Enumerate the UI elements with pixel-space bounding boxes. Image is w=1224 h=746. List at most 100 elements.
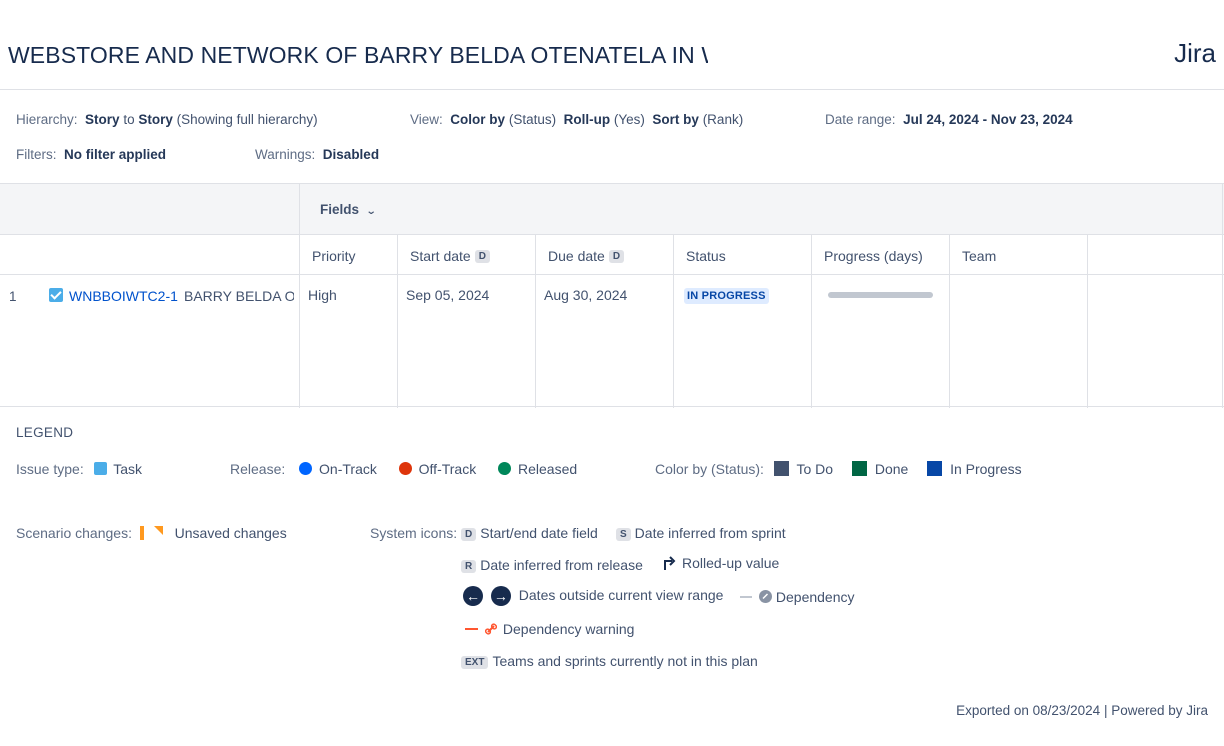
col-team[interactable]: Team — [962, 248, 996, 264]
hierarchy-to-word: to — [123, 112, 135, 127]
warnings-value: Disabled — [322, 147, 380, 162]
legend-dependency-warning: Dependency warning — [465, 621, 634, 637]
col-start-date-label: Start date — [410, 248, 471, 264]
released-label: Released — [518, 461, 578, 477]
date-range-info: Date range: Jul 24, 2024 - Nov 23, 2024 — [825, 112, 1073, 127]
legend-rolled-up: Rolled-up value — [662, 555, 779, 571]
start-end-label: Start/end date field — [480, 525, 598, 541]
scenario-label: Scenario changes: — [16, 525, 132, 541]
export-footer: Exported on 08/23/2024 | Powered by Jira — [956, 703, 1208, 718]
in-progress-swatch — [927, 461, 943, 476]
ext-label: Teams and sprints currently not in this … — [492, 653, 758, 669]
sprint-label: Date inferred from sprint — [634, 525, 786, 541]
status-badge: IN PROGRESS — [684, 288, 769, 304]
col-priority[interactable]: Priority — [312, 248, 356, 264]
fields-dropdown-button[interactable]: Fields ⌄ — [320, 202, 377, 217]
legend-scenario: Scenario changes: Unsaved changes — [16, 525, 287, 541]
dependency-line-icon — [740, 596, 752, 598]
task-label: Task — [113, 461, 143, 477]
filters-info: Filters: No filter applied — [16, 147, 166, 162]
hierarchy-to: Story — [138, 112, 173, 127]
col-due-date[interactable]: Due date D — [548, 248, 625, 264]
off-track-label: Off-Track — [418, 461, 477, 477]
unsaved-corner-icon — [153, 526, 163, 535]
plan-table: Fields ⌄ Priority Start date D Due date D S… — [0, 183, 1224, 408]
date-field-badge: D — [608, 250, 625, 263]
divider — [811, 235, 812, 408]
dependency-warning-label: Dependency warning — [502, 621, 635, 637]
todo-label: To Do — [796, 461, 834, 477]
color-by-value: (Status) — [508, 112, 557, 127]
legend-outside-range: ← → Dates outside current view range — [463, 586, 723, 606]
legend-start-end: D Start/end date field — [461, 525, 598, 541]
legend-sprint: S Date inferred from sprint — [616, 525, 786, 541]
hierarchy-info: Hierarchy: Story to Story (Showing full … — [16, 112, 318, 127]
legend-color-by: Color by (Status): To Do Done In Progres… — [655, 461, 1022, 477]
rollup-value: (Yes) — [613, 112, 645, 127]
hierarchy-label: Hierarchy: — [16, 112, 78, 127]
fields-header: Fields ⌄ — [0, 184, 1224, 235]
dependency-label: Dependency — [775, 589, 855, 605]
divider — [1222, 184, 1223, 408]
divider — [673, 235, 674, 408]
sprint-badge: S — [616, 528, 631, 541]
done-swatch — [851, 461, 867, 476]
unsaved-label: Unsaved changes — [174, 525, 287, 541]
issue-key-link[interactable]: WNBBOIWTC2-1 — [69, 288, 178, 304]
rolled-up-label: Rolled-up value — [682, 555, 780, 571]
release-inferred-label: Date inferred from release — [480, 557, 643, 573]
off-track-icon — [398, 462, 412, 475]
rollup-label: Roll-up — [563, 112, 611, 127]
task-type-icon — [49, 288, 63, 302]
task-icon — [93, 462, 107, 475]
start-end-badge: D — [461, 528, 477, 541]
date-range-label: Date range: — [825, 112, 896, 127]
fields-label: Fields — [320, 202, 360, 217]
divider — [397, 235, 398, 408]
date-field-badge: D — [474, 250, 490, 263]
color-by-label: Color by — [450, 112, 506, 127]
col-status[interactable]: Status — [686, 248, 726, 264]
legend-title: LEGEND — [16, 425, 74, 440]
legend-issue-type: Issue type: Task — [16, 461, 142, 477]
dependency-warning-link-icon — [484, 623, 497, 635]
view-label: View: — [410, 112, 443, 127]
divider — [535, 235, 536, 408]
col-start-date[interactable]: Start date D — [410, 248, 490, 264]
done-label: Done — [874, 461, 909, 477]
unsaved-bar-icon — [139, 526, 144, 540]
progress-bar — [828, 292, 933, 298]
arrow-left-icon: ← — [463, 586, 483, 606]
warnings-label: Warnings: — [255, 147, 316, 162]
col-progress[interactable]: Progress (days) — [824, 248, 923, 264]
title-bar: WEBSTORE AND NETWORK OF BARRY BELDA OTEN… — [0, 0, 1224, 90]
hierarchy-from: Story — [85, 112, 120, 127]
todo-swatch — [773, 461, 789, 476]
outside-range-label: Dates outside current view range — [518, 586, 724, 603]
release-label: Release: — [230, 461, 286, 477]
arrow-right-icon: → — [490, 586, 511, 606]
hierarchy-note: (Showing full hierarchy) — [176, 112, 318, 127]
column-header-row: Priority Start date D Due date D Status Pr… — [0, 235, 1224, 275]
page-title: WEBSTORE AND NETWORK OF BARRY BELDA OTEN… — [8, 42, 708, 68]
divider — [1087, 235, 1088, 408]
on-track-icon — [299, 462, 313, 475]
dependency-warning-line-icon — [465, 628, 478, 630]
chevron-down-icon: ⌄ — [365, 206, 377, 217]
on-track-label: On-Track — [319, 461, 377, 477]
row-number: 1 — [9, 289, 17, 304]
legend-ext: EXT Teams and sprints currently not in th… — [461, 653, 758, 669]
dependency-link-icon — [758, 590, 772, 603]
legend-release: Release: On-Track Off-Track Released — [230, 461, 577, 477]
divider — [949, 235, 950, 408]
legend-dependency: Dependency — [740, 589, 855, 605]
release-badge: R — [461, 560, 477, 573]
divider — [299, 184, 300, 408]
color-by-status-label: Color by (Status): — [655, 461, 764, 477]
system-icons-label: System icons: — [370, 525, 458, 541]
legend-release-inferred: R Date inferred from release — [461, 557, 643, 573]
sort-by-label: Sort by — [652, 112, 699, 127]
ext-badge: EXT — [461, 656, 489, 669]
col-due-date-label: Due date — [548, 248, 605, 264]
issue-summary[interactable]: BARRY BELDA OTENATELA — [184, 288, 294, 304]
